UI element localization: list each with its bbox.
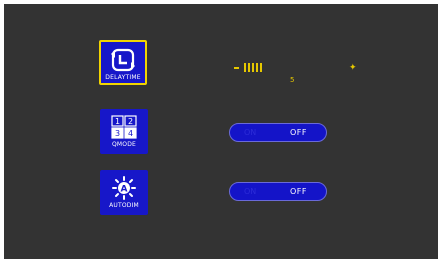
autodim-on-option[interactable]: ON (244, 187, 256, 196)
auto-dim-sun-icon: A (111, 176, 137, 200)
delay-time-slider[interactable]: ✦ 5 (228, 60, 358, 100)
qmode-off-option[interactable]: OFF (290, 128, 307, 137)
level-bar (252, 63, 254, 72)
slider-level-bars (244, 63, 262, 72)
delay-value: 5 (290, 76, 295, 84)
autodim-letter: A (121, 185, 128, 195)
osd-screen: DELAYTIME 1 2 3 4 QMODE A AUTODIM ✦ 5 ON… (4, 4, 438, 259)
qmode-toggle[interactable]: ON OFF (229, 123, 327, 142)
delay-clock-icon (110, 48, 136, 72)
decrease-icon[interactable] (234, 67, 239, 69)
qmode-on-option[interactable]: ON (244, 128, 256, 137)
level-bar (248, 63, 250, 72)
autodim-label: AUTODIM (109, 202, 139, 209)
level-bar (256, 63, 258, 72)
qmode-label: QMODE (111, 141, 137, 148)
qmode-cell-2: 2 (128, 117, 133, 126)
quad-grid-icon: 1 2 3 4 (111, 115, 137, 139)
autodim-toggle[interactable]: ON OFF (229, 182, 327, 201)
qmode-cell-1: 1 (115, 117, 120, 126)
autodim-menu-item[interactable]: A AUTODIM (100, 170, 148, 215)
level-bar (260, 63, 262, 72)
increase-icon[interactable]: ✦ (349, 64, 357, 73)
qmode-cell-4: 4 (128, 129, 133, 138)
qmode-menu-item[interactable]: 1 2 3 4 QMODE (100, 109, 148, 154)
delaytime-label: DELAYTIME (105, 74, 141, 81)
level-bar (244, 63, 246, 72)
delaytime-menu-item[interactable]: DELAYTIME (99, 40, 147, 85)
qmode-cell-3: 3 (115, 129, 120, 138)
autodim-off-option[interactable]: OFF (290, 187, 307, 196)
